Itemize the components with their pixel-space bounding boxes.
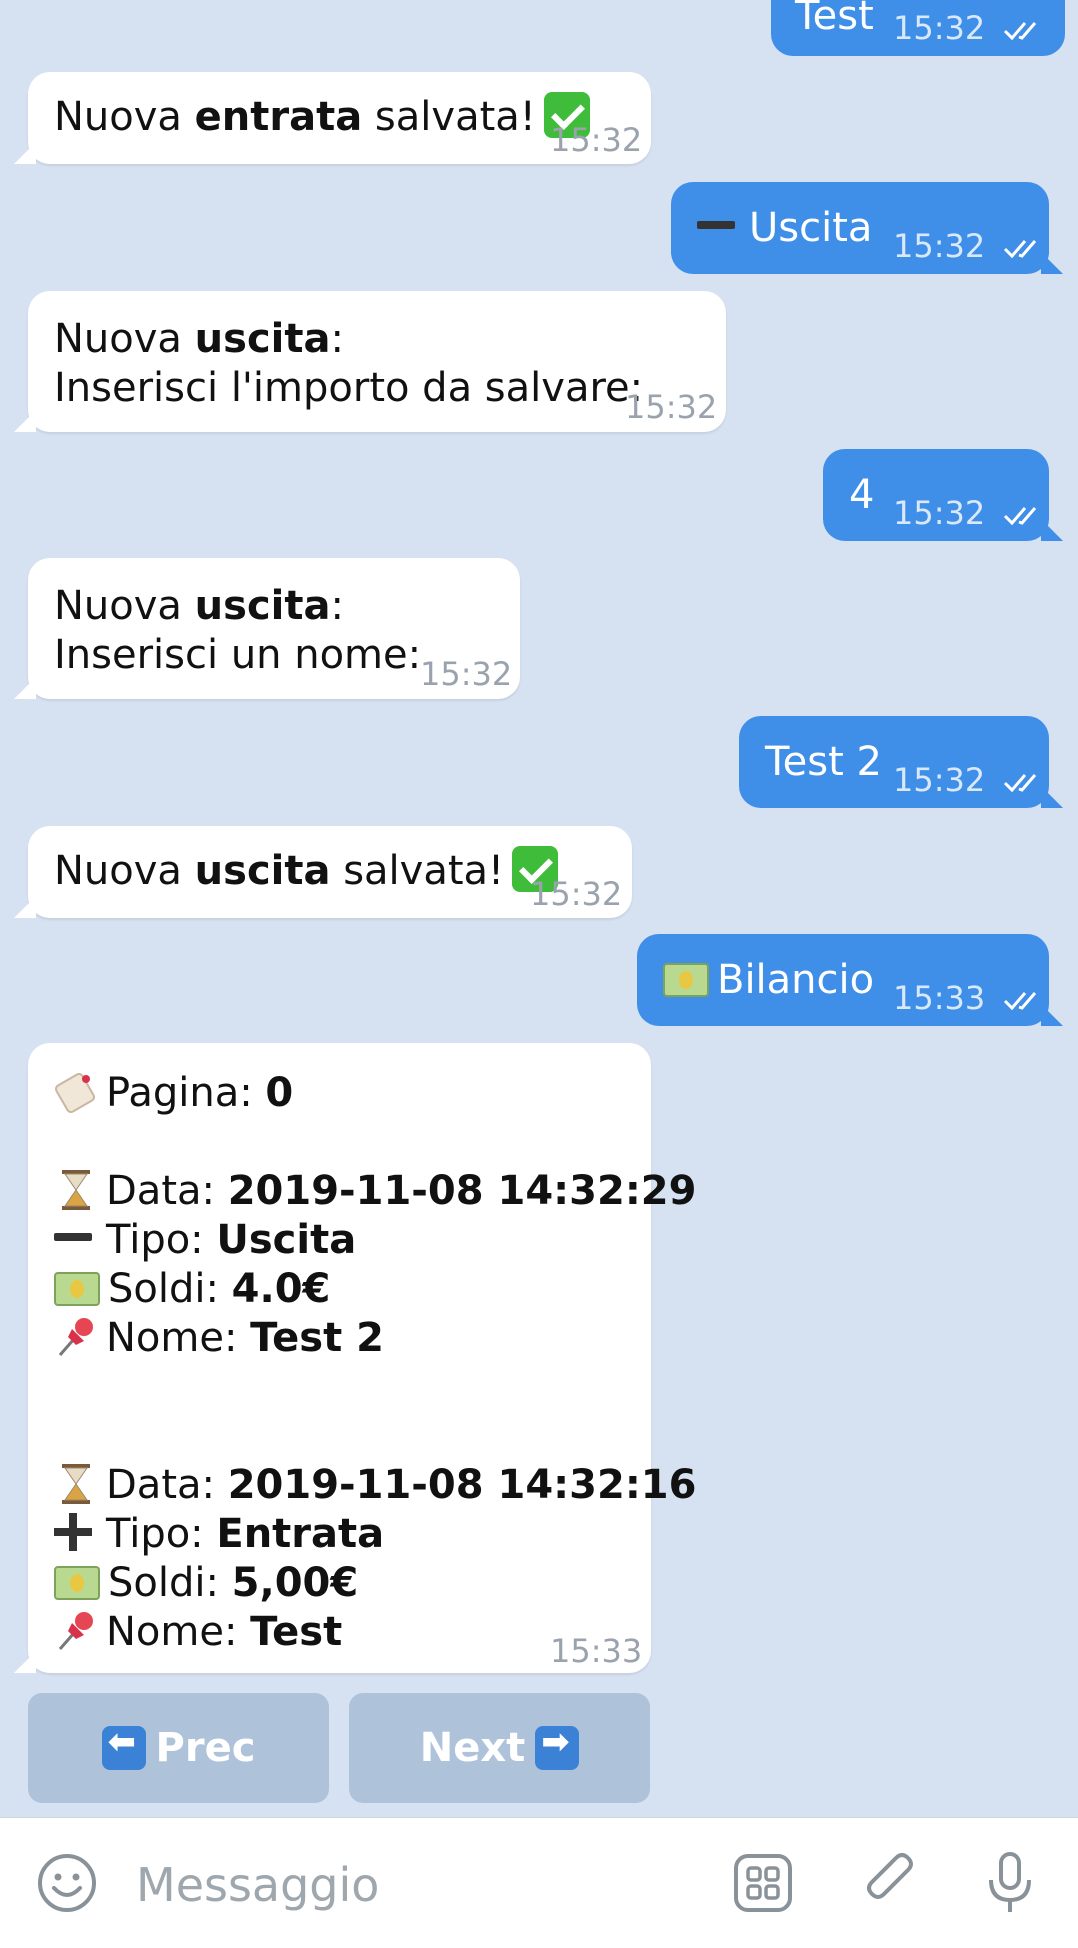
minus-icon	[54, 1233, 92, 1241]
message-time: 15:32	[550, 121, 643, 159]
double-check-icon	[1004, 507, 1037, 526]
entry2-name: Nome: Test	[54, 1608, 342, 1657]
message-text: Nuova uscita salvata!	[54, 846, 559, 896]
message-time: 15:32	[625, 388, 718, 426]
message-text-line1: Nuova uscita:	[54, 583, 344, 629]
message-outgoing[interactable]: Bilancio 15:33	[637, 934, 1063, 1026]
message-time: 15:32	[420, 655, 513, 693]
microphone-icon[interactable]	[975, 1848, 1045, 1918]
hourglass-icon	[62, 1170, 90, 1210]
entry2-type: Tipo: Entrata	[54, 1510, 384, 1559]
money-icon	[54, 1566, 100, 1600]
next-button[interactable]: Next	[349, 1693, 650, 1803]
next-label: Next	[419, 1725, 526, 1771]
double-check-icon	[1004, 22, 1037, 41]
hourglass-icon	[62, 1464, 90, 1504]
time-label: 15:32	[893, 9, 986, 47]
inline-keyboard: Prec Next	[28, 1693, 650, 1803]
chat-area[interactable]: Test 15:32 Nuova entrata salvata! 15:32 …	[0, 0, 1078, 1817]
message-time: 15:33	[893, 974, 1045, 1023]
message-text-line2: Inserisci l'importo da salvare:	[54, 365, 644, 411]
money-icon	[663, 963, 709, 997]
attach-icon[interactable]	[856, 1848, 926, 1918]
entry1-type: Tipo: Uscita	[54, 1216, 356, 1265]
prev-label: Prec	[155, 1725, 256, 1771]
prev-button[interactable]: Prec	[28, 1693, 329, 1803]
pushpin-icon	[58, 1318, 93, 1356]
message-outgoing[interactable]: Test 15:32	[771, 0, 1065, 56]
message-text: Uscita	[697, 204, 872, 253]
plus-icon	[54, 1513, 92, 1551]
double-check-icon	[1004, 774, 1037, 793]
message-incoming[interactable]: Nuova entrata salvata! 15:32	[14, 72, 651, 164]
message-outgoing[interactable]: Test 2 15:32	[739, 716, 1063, 808]
message-time: 15:32	[893, 489, 1045, 538]
double-check-icon	[1004, 992, 1037, 1011]
entry1-name: Nome: Test 2	[54, 1314, 384, 1363]
message-text: 4	[849, 472, 875, 518]
emoji-icon[interactable]	[32, 1848, 102, 1918]
message-incoming[interactable]: Nuova uscita: Inserisci un nome: 15:32	[14, 558, 520, 699]
entry2-date: Data: 2019-11-08 14:32:16	[54, 1461, 696, 1510]
page-line: Pagina: 0	[54, 1069, 293, 1118]
message-incoming[interactable]: Nuova uscita: Inserisci l'importo da sal…	[14, 291, 726, 432]
double-check-icon	[1004, 240, 1037, 259]
message-text: Test	[795, 0, 874, 39]
message-composer: Messaggio	[0, 1817, 1078, 1948]
message-outgoing[interactable]: 4 15:32	[823, 449, 1063, 541]
message-outgoing[interactable]: Uscita 15:32	[671, 182, 1063, 274]
money-icon	[54, 1272, 100, 1306]
entry2-money: Soldi: 5,00€	[54, 1559, 358, 1608]
message-text-line1: Nuova uscita:	[54, 316, 344, 362]
message-text: Bilancio	[663, 956, 874, 1005]
bot-commands-icon[interactable]	[728, 1848, 798, 1918]
message-incoming[interactable]: Nuova uscita salvata! 15:32	[14, 826, 632, 918]
message-time: 15:32	[893, 4, 1045, 53]
message-text-line2: Inserisci un nome:	[54, 632, 422, 678]
message-text: Test 2	[765, 739, 882, 785]
message-time: 15:32	[530, 875, 623, 913]
message-input[interactable]: Messaggio	[136, 1858, 379, 1912]
entry1-money: Soldi: 4.0€	[54, 1265, 330, 1314]
minus-icon	[697, 221, 735, 229]
message-time: 15:32	[893, 222, 1045, 271]
entry1-date: Data: 2019-11-08 14:32:29	[54, 1167, 696, 1216]
left-arrow-icon	[101, 1722, 146, 1770]
right-arrow-icon	[535, 1722, 580, 1770]
pushpin-icon	[58, 1612, 93, 1650]
message-text: Nuova entrata salvata!	[54, 92, 590, 142]
message-time: 15:32	[893, 756, 1045, 805]
message-time: 15:33	[550, 1632, 643, 1670]
message-incoming-balance[interactable]: Pagina: 0 Data: 2019-11-08 14:32:29 Tipo…	[14, 1043, 696, 1673]
tag-icon	[54, 1072, 96, 1114]
